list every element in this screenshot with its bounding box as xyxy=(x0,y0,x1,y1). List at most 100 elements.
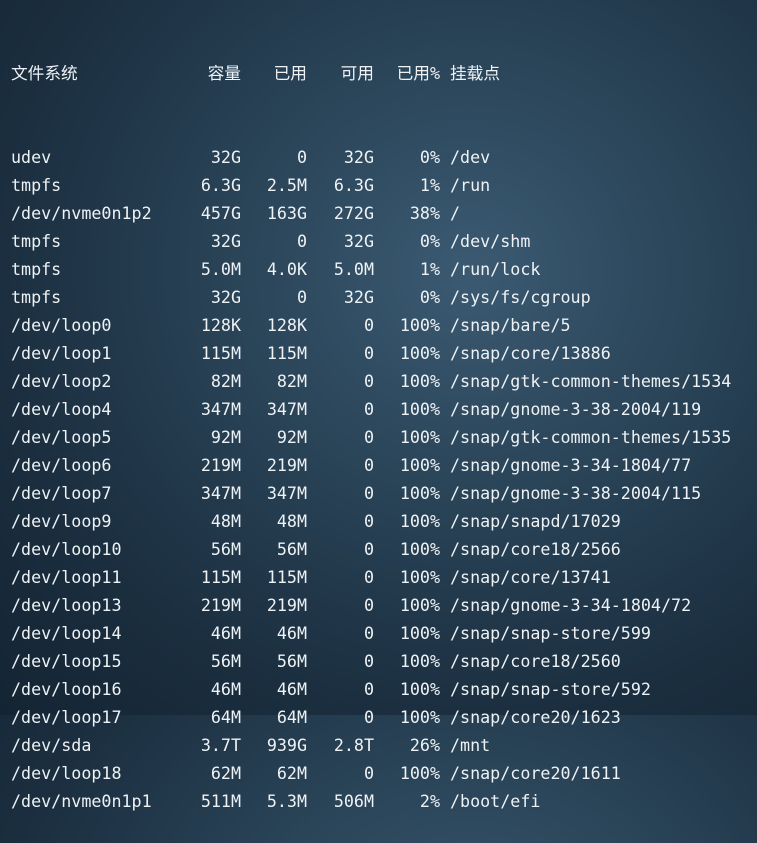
df-row: tmpfs 32G 0 32G 0% /sys/fs/cgroup xyxy=(11,283,757,311)
filesystem-cell: /dev/loop2 xyxy=(11,371,112,391)
use-percent-cell: 100% xyxy=(399,679,440,699)
use-percent-cell: 0% xyxy=(419,231,440,251)
mount-point-cell: /snap/gnome-3-38-2004/115 xyxy=(450,483,702,503)
mount-point-cell: /snap/core18/2560 xyxy=(450,651,621,671)
available-cell: 272G xyxy=(333,203,374,223)
used-cell: 82M xyxy=(276,371,307,391)
size-cell: 82M xyxy=(210,371,241,391)
filesystem-cell: /dev/loop14 xyxy=(11,623,122,643)
use-percent-cell: 100% xyxy=(399,763,440,783)
filesystem-cell: /dev/loop0 xyxy=(11,315,112,335)
mount-point-cell: /snap/gnome-3-38-2004/119 xyxy=(450,399,702,419)
size-cell: 62M xyxy=(210,763,241,783)
size-cell: 347M xyxy=(200,483,241,503)
size-cell: 115M xyxy=(200,567,241,587)
df-row: tmpfs 6.3G 2.5M 6.3G 1% /run xyxy=(11,171,757,199)
df-row: /dev/loop17 64M 64M 0 100% /snap/core20/… xyxy=(11,703,757,731)
use-percent-cell: 26% xyxy=(409,735,440,755)
available-cell: 2.8T xyxy=(333,735,374,755)
available-cell: 0 xyxy=(363,651,374,671)
size-cell: 115M xyxy=(200,343,241,363)
use-percent-cell: 100% xyxy=(399,651,440,671)
size-cell: 56M xyxy=(210,651,241,671)
used-cell: 219M xyxy=(266,455,307,475)
mount-point-cell: /snap/core/13886 xyxy=(450,343,611,363)
size-cell: 32G xyxy=(210,147,241,167)
used-cell: 115M xyxy=(266,567,307,587)
size-cell: 128K xyxy=(200,315,241,335)
size-cell: 3.7T xyxy=(200,735,241,755)
size-cell: 511M xyxy=(200,791,241,811)
size-cell: 457G xyxy=(200,203,241,223)
df-header-row: 文件系统 容量 已用 可用 已用% 挂载点 xyxy=(11,59,757,87)
use-percent-cell: 100% xyxy=(399,623,440,643)
available-cell: 0 xyxy=(363,595,374,615)
use-percent-cell: 100% xyxy=(399,511,440,531)
use-percent-cell: 100% xyxy=(399,315,440,335)
use-percent-cell: 100% xyxy=(399,483,440,503)
df-row: /dev/loop2 82M 82M 0 100% /snap/gtk-comm… xyxy=(11,367,757,395)
header-size: 容量 xyxy=(207,63,241,83)
use-percent-cell: 38% xyxy=(409,203,440,223)
terminal-output: 文件系统 容量 已用 可用 已用% 挂载点 udev 32G 0 32G 0% … xyxy=(11,3,757,811)
used-cell: 5.3M xyxy=(266,791,307,811)
available-cell: 5.0M xyxy=(333,259,374,279)
used-cell: 0 xyxy=(296,147,307,167)
df-row: /dev/loop7 347M 347M 0 100% /snap/gnome-… xyxy=(11,479,757,507)
filesystem-cell: /dev/loop7 xyxy=(11,483,112,503)
filesystem-cell: /dev/loop5 xyxy=(11,427,112,447)
available-cell: 0 xyxy=(363,567,374,587)
filesystem-cell: /dev/loop10 xyxy=(11,539,122,559)
filesystem-cell: /dev/sda xyxy=(11,735,92,755)
filesystem-cell: /dev/loop4 xyxy=(11,399,112,419)
mount-point-cell: /snap/gtk-common-themes/1535 xyxy=(450,427,732,447)
used-cell: 62M xyxy=(276,763,307,783)
use-percent-cell: 100% xyxy=(399,539,440,559)
size-cell: 6.3G xyxy=(200,175,241,195)
mount-point-cell: /snap/gnome-3-34-1804/72 xyxy=(450,595,692,615)
used-cell: 46M xyxy=(276,623,307,643)
df-row: /dev/loop13 219M 219M 0 100% /snap/gnome… xyxy=(11,591,757,619)
use-percent-cell: 100% xyxy=(399,567,440,587)
df-row: /dev/loop16 46M 46M 0 100% /snap/snap-st… xyxy=(11,675,757,703)
use-percent-cell: 100% xyxy=(399,455,440,475)
used-cell: 64M xyxy=(276,707,307,727)
available-cell: 0 xyxy=(363,455,374,475)
df-rows: udev 32G 0 32G 0% /dev tmpfs 6.3G 2.5M 6… xyxy=(11,143,757,815)
used-cell: 56M xyxy=(276,539,307,559)
mount-point-cell: /snap/gnome-3-34-1804/77 xyxy=(450,455,692,475)
df-row: /dev/nvme0n1p2 457G 163G 272G 38% / xyxy=(11,199,757,227)
use-percent-cell: 100% xyxy=(399,343,440,363)
filesystem-cell: tmpfs xyxy=(11,175,62,195)
header-mounted-on: 挂载点 xyxy=(450,63,501,83)
used-cell: 347M xyxy=(266,399,307,419)
filesystem-cell: udev xyxy=(11,147,52,167)
df-row: /dev/loop9 48M 48M 0 100% /snap/snapd/17… xyxy=(11,507,757,535)
available-cell: 0 xyxy=(363,427,374,447)
available-cell: 0 xyxy=(363,371,374,391)
available-cell: 32G xyxy=(343,287,374,307)
filesystem-cell: /dev/loop6 xyxy=(11,455,112,475)
size-cell: 92M xyxy=(210,427,241,447)
available-cell: 0 xyxy=(363,539,374,559)
df-row: /dev/loop15 56M 56M 0 100% /snap/core18/… xyxy=(11,647,757,675)
mount-point-cell: /sys/fs/cgroup xyxy=(450,287,591,307)
mount-point-cell: /snap/snapd/17029 xyxy=(450,511,621,531)
used-cell: 115M xyxy=(266,343,307,363)
df-row: /dev/loop14 46M 46M 0 100% /snap/snap-st… xyxy=(11,619,757,647)
available-cell: 0 xyxy=(363,623,374,643)
mount-point-cell: /run/lock xyxy=(450,259,541,279)
size-cell: 219M xyxy=(200,455,241,475)
df-row: /dev/nvme0n1p1 511M 5.3M 506M 2% /boot/e… xyxy=(11,787,757,815)
use-percent-cell: 100% xyxy=(399,399,440,419)
filesystem-cell: tmpfs xyxy=(11,287,62,307)
used-cell: 48M xyxy=(276,511,307,531)
df-row: /dev/loop11 115M 115M 0 100% /snap/core/… xyxy=(11,563,757,591)
used-cell: 46M xyxy=(276,679,307,699)
header-available: 可用 xyxy=(340,63,374,83)
mount-point-cell: /snap/snap-store/599 xyxy=(450,623,651,643)
used-cell: 163G xyxy=(266,203,307,223)
filesystem-cell: /dev/loop15 xyxy=(11,651,122,671)
use-percent-cell: 100% xyxy=(399,707,440,727)
df-row: /dev/loop1 115M 115M 0 100% /snap/core/1… xyxy=(11,339,757,367)
